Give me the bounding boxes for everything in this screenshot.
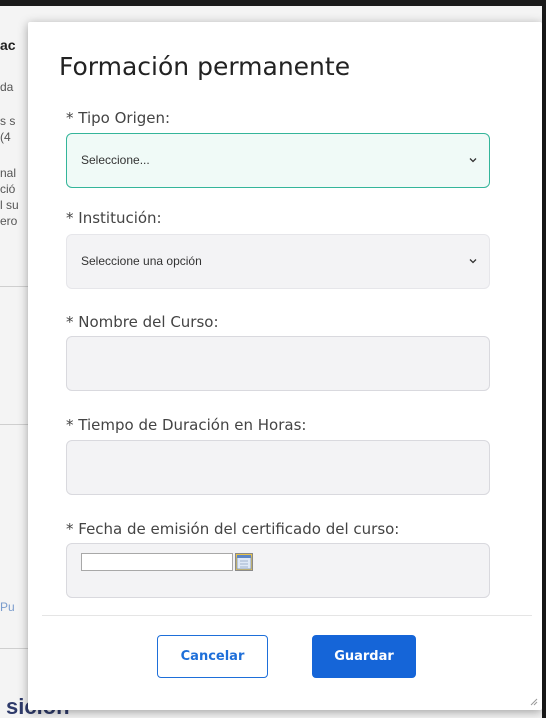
bg-divider [0,424,28,425]
window-border-top [0,0,546,6]
footer-divider [42,615,532,616]
chevron-down-icon [469,259,477,264]
institucion-label: * Institución: [66,209,162,227]
formacion-modal: Formación permanente * Tipo Origen: Sele… [28,22,542,710]
resize-grip-icon[interactable] [530,698,538,706]
tiempo-duracion-label: * Tiempo de Duración en Horas: [66,416,307,434]
calendar-icon[interactable] [235,553,253,571]
nombre-curso-label: * Nombre del Curso: [66,313,219,331]
fecha-emision-label: * Fecha de emisión del certificado del c… [66,520,400,538]
bg-text-fragment: nal [0,166,17,180]
chevron-down-icon [469,158,477,163]
tipo-origen-label: * Tipo Origen: [66,109,171,127]
tipo-origen-select[interactable]: Seleccione... [66,133,490,188]
tipo-origen-selected-value: Seleccione... [81,153,150,167]
bg-text-fragment: ac [0,37,16,53]
tiempo-duracion-input[interactable] [66,440,490,495]
fecha-emision-input[interactable] [81,553,233,571]
bg-divider [0,286,28,287]
window-border-right [542,0,546,718]
institucion-selected-value: Seleccione una opción [81,254,202,268]
bg-text-fragment: da [0,80,14,94]
bg-text-fragment: l su [0,198,19,212]
bg-text-fragment: s s [0,114,16,128]
bg-link-fragment[interactable]: Pu [0,600,15,614]
fecha-emision-container [66,543,490,598]
modal-title: Formación permanente [59,52,351,81]
bg-text-fragment: (4 [0,130,11,144]
nombre-curso-input[interactable] [66,336,490,391]
bg-text-fragment: ero [0,214,18,228]
save-button[interactable]: Guardar [312,635,416,678]
bg-text-fragment: ció [0,182,16,196]
bg-divider [0,648,28,649]
institucion-select[interactable]: Seleccione una opción [66,234,490,289]
cancel-button[interactable]: Cancelar [157,635,268,678]
